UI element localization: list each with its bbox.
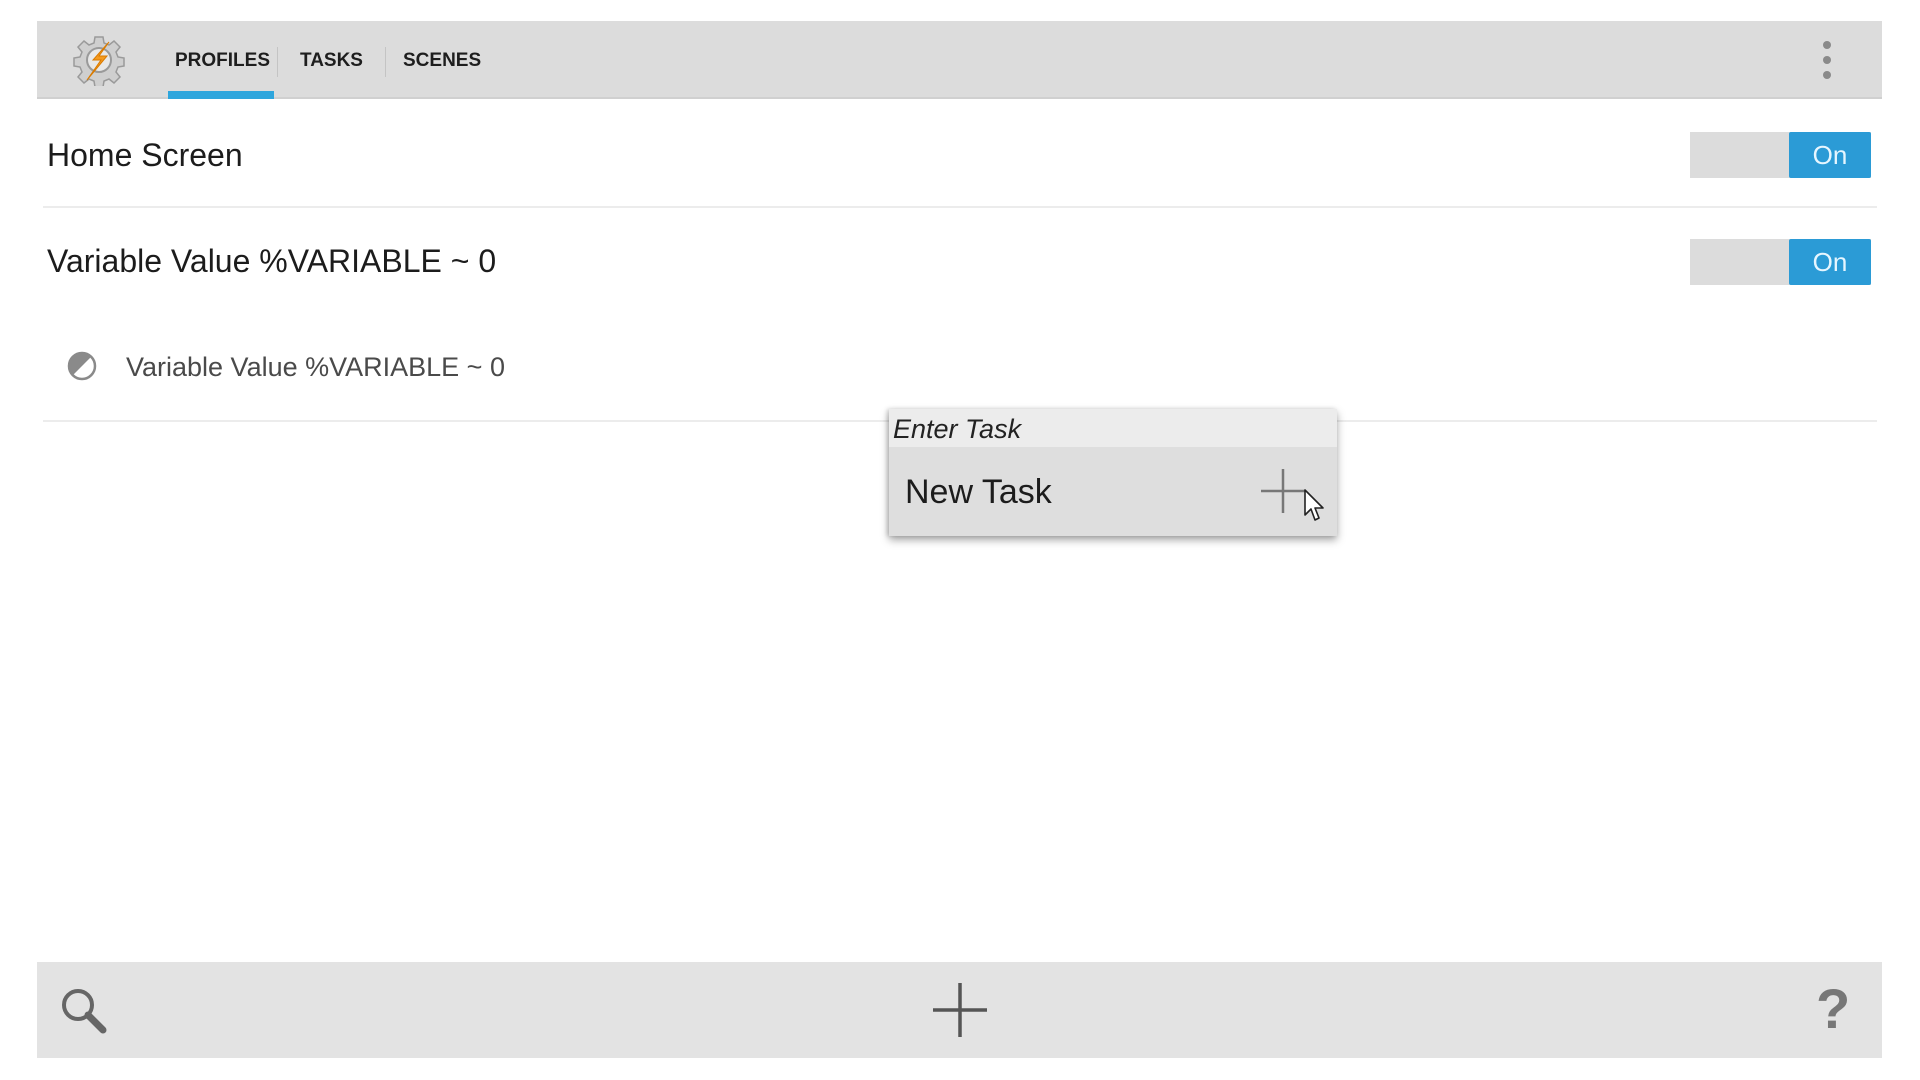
- add-profile-button[interactable]: [933, 983, 987, 1037]
- mouse-cursor-icon: [1304, 489, 1326, 523]
- help-icon[interactable]: ?: [1816, 976, 1850, 1042]
- app-logo: [73, 34, 125, 88]
- tab-profiles[interactable]: PROFILES: [175, 21, 270, 99]
- toggle-on-label: On: [1789, 132, 1871, 178]
- plus-icon[interactable]: [1261, 469, 1305, 513]
- tab-tasks[interactable]: TASKS: [300, 21, 363, 99]
- tab-divider: [385, 47, 386, 77]
- profile-toggle[interactable]: On: [1690, 239, 1871, 285]
- tab-scenes[interactable]: SCENES: [403, 21, 481, 99]
- divider: [43, 206, 1877, 208]
- state-context-icon: [67, 351, 97, 381]
- context-label[interactable]: Variable Value %VARIABLE ~ 0: [126, 352, 505, 383]
- overflow-menu-icon[interactable]: [1819, 39, 1835, 81]
- bottom-bar: ?: [37, 962, 1882, 1058]
- top-bar: PROFILES TASKS SCENES: [37, 21, 1882, 99]
- profile-name: Variable Value %VARIABLE ~ 0: [47, 243, 497, 279]
- profile-name: Home Screen: [47, 137, 243, 173]
- plus-icon: [933, 983, 987, 1037]
- popup-title: Enter Task: [889, 409, 1337, 447]
- new-task-item[interactable]: New Task: [905, 473, 1052, 512]
- toggle-on-label: On: [1789, 239, 1871, 285]
- tab-divider: [277, 47, 278, 77]
- profile-toggle[interactable]: On: [1690, 132, 1871, 178]
- enter-task-popup: Enter Task New Task: [889, 409, 1337, 536]
- search-icon[interactable]: [59, 986, 109, 1036]
